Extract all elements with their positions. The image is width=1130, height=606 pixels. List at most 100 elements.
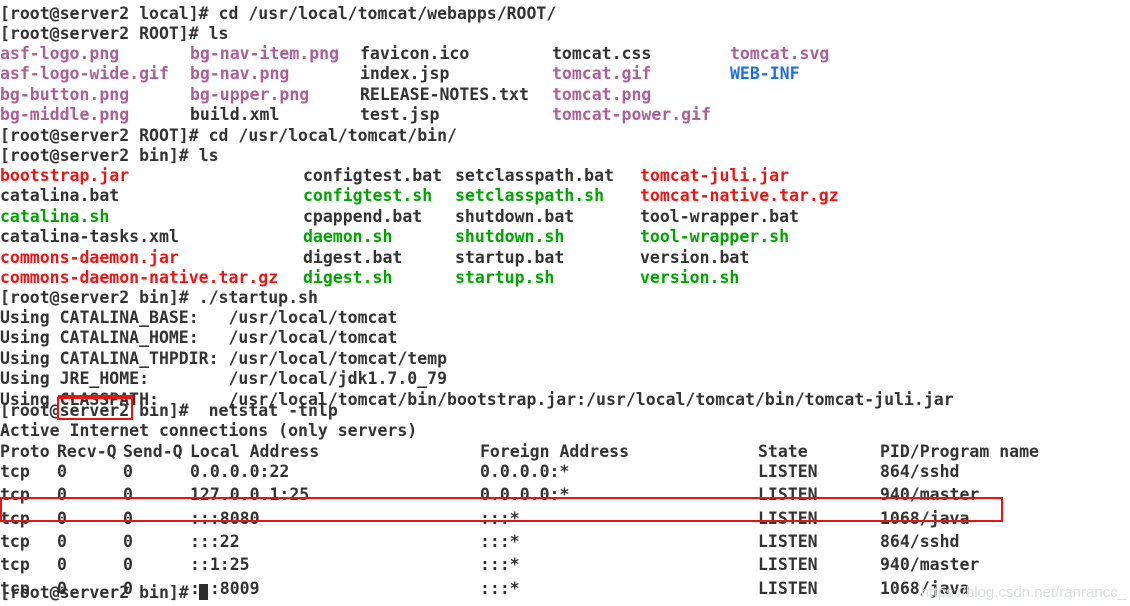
ls-entry: asf-logo.png <box>0 44 120 63</box>
ls-entry: tomcat.png <box>552 84 652 104</box>
startup-var-value: /usr/local/tomcat/temp <box>218 348 448 368</box>
terminal-line-final: [root@server2 bin]# <box>0 583 208 603</box>
netstat-cell-proto: tcp <box>0 485 30 505</box>
ls-entry: startup.sh <box>455 268 555 287</box>
ls-entry: bg-nav-item.png <box>190 44 340 63</box>
netstat-cell-state: LISTEN <box>758 462 818 481</box>
ls-entry: shutdown.sh <box>455 227 565 247</box>
netstat-cell-proto: tcp <box>0 508 30 528</box>
command-cd-bin: cd /usr/local/tomcat/bin/ <box>208 126 457 145</box>
shell-prompt: [root@server2 bin]# <box>0 146 199 165</box>
ls-entry: tomcat-juli.jar <box>640 166 790 185</box>
netstat-header-local: Local Address <box>190 442 320 461</box>
netstat-cell-recvq: 0 <box>57 555 67 575</box>
shell-prompt: [root@server2 bin]# <box>0 288 199 307</box>
netstat-cell-state: LISTEN <box>758 578 818 598</box>
ls-entry: favicon.ico <box>360 44 470 63</box>
ls-entry: bg-button.png <box>0 84 130 104</box>
netstat-cell-pid: 864/sshd <box>880 531 960 551</box>
netstat-cell-state: LISTEN <box>758 555 818 575</box>
ls-entry: tomcat.css <box>552 44 652 63</box>
startup-var-label: Using CATALINA_BASE: <box>0 308 219 327</box>
ls-entry: configtest.bat <box>303 166 443 185</box>
command-startup: ./startup.sh <box>198 288 318 307</box>
ls-entry: startup.bat <box>455 247 565 267</box>
netstat-header-sendq: Send-Q <box>123 442 183 461</box>
startup-var-label: Using JRE_HOME: <box>0 369 219 389</box>
netstat-cell-sendq: 0 <box>123 462 133 481</box>
watermark: https://blog.csdn.net/ranrancc_ <box>920 583 1126 601</box>
terminal-line: [root@server2 ROOT]# cd /usr/local/tomca… <box>0 126 457 146</box>
ls-entry: tomcat.svg <box>730 44 830 63</box>
netstat-cell-pid: 940/master <box>880 485 980 505</box>
netstat-banner: Active Internet connections (only server… <box>0 421 418 440</box>
shell-prompt: [root@server2 bin]# <box>0 401 199 420</box>
startup-output-line: Using CATALINA_BASE: /usr/local/tomcat <box>0 308 397 328</box>
ls-entry: bootstrap.jar <box>0 166 130 185</box>
netstat-header-pid: PID/Program name <box>880 442 1039 461</box>
netstat-cell-state: LISTEN <box>758 508 818 528</box>
netstat-cell-sendq: 0 <box>123 531 133 551</box>
terminal-line: [root@server2 ROOT]# ls <box>0 24 229 44</box>
netstat-cell-proto: tcp <box>0 462 30 481</box>
terminal-line: [root@server2 local]# cd /usr/local/tomc… <box>0 4 556 24</box>
shell-prompt: [root@server2 ROOT]# <box>0 24 209 43</box>
netstat-cell-sendq: 0 <box>123 485 133 505</box>
command-cd-webapps: cd /usr/local/tomcat/webapps/ROOT/ <box>218 4 557 23</box>
ls-entry: RELEASE-NOTES.txt <box>360 84 529 104</box>
terminal-line: [root@server2 bin]# netstat -tnlp <box>0 401 338 421</box>
terminal-window[interactable]: [root@server2 local]# cd /usr/local/tomc… <box>0 0 1130 606</box>
ls-entry: tomcat-native.tar.gz <box>640 186 839 206</box>
startup-output-line: Using JRE_HOME: /usr/local/jdk1.7.0_79 <box>0 369 447 389</box>
ls-entry: tomcat-power.gif <box>552 105 711 125</box>
startup-var-label: Using CATALINA_THPDIR: <box>0 348 219 368</box>
ls-entry: WEB-INF <box>730 64 800 84</box>
startup-output-line: Using CATALINA_THPDIR: /usr/local/tomcat… <box>0 349 447 369</box>
netstat-header-proto: Proto <box>0 442 50 461</box>
netstat-cell-state: LISTEN <box>758 485 818 505</box>
netstat-cell-local: 127.0.0.1:25 <box>190 485 310 505</box>
netstat-cell-local: :::22 <box>190 531 240 551</box>
ls-entry: digest.bat <box>303 247 403 267</box>
startup-var-value: /usr/local/tomcat <box>218 308 398 327</box>
startup-var-label: Using CATALINA_HOME: <box>0 328 219 348</box>
netstat-cell-recvq: 0 <box>57 485 67 505</box>
command-ls: ls <box>198 146 219 165</box>
ls-entry: commons-daemon-native.tar.gz <box>0 268 279 287</box>
ls-entry: index.jsp <box>360 64 450 84</box>
ls-entry: daemon.sh <box>303 227 393 247</box>
terminal-line: [root@server2 bin]# ./startup.sh <box>0 288 318 308</box>
ls-entry: bg-nav.png <box>190 64 290 84</box>
netstat-header-foreign: Foreign Address <box>480 442 630 461</box>
netstat-header-state: State <box>758 442 808 461</box>
ls-entry: tool-wrapper.sh <box>640 227 790 247</box>
ls-entry: digest.sh <box>303 268 393 287</box>
ls-entry: bg-upper.png <box>190 84 310 104</box>
netstat-cell-local: 0.0.0.0:22 <box>190 462 290 481</box>
ls-entry: tool-wrapper.bat <box>640 206 799 226</box>
shell-prompt: [root@server2 ROOT]# <box>0 126 209 145</box>
netstat-cell-pid: 940/master <box>880 555 980 575</box>
annotation-underline-classpath <box>58 395 133 398</box>
netstat-cell-state: LISTEN <box>758 531 818 551</box>
netstat-cell-foreign: 0.0.0.0:* <box>480 462 570 481</box>
netstat-cell-pid: 1068/java <box>880 508 970 528</box>
ls-entry: build.xml <box>190 105 280 125</box>
netstat-header-recvq: Recv-Q <box>57 442 117 461</box>
netstat-cell-local: ::1:25 <box>190 555 250 575</box>
shell-prompt: [root@server2 bin]# <box>0 583 199 602</box>
shell-prompt: [root@server2 local]# <box>0 4 219 23</box>
netstat-cell-sendq: 0 <box>123 555 133 575</box>
netstat-cell-proto: tcp <box>0 555 30 575</box>
ls-entry: catalina.sh <box>0 206 110 226</box>
ls-entry: version.sh <box>640 268 740 287</box>
startup-var-value: /usr/local/jdk1.7.0_79 <box>218 369 448 389</box>
ls-entry: version.bat <box>640 247 750 267</box>
netstat-cell-foreign: :::* <box>480 508 520 528</box>
ls-entry: configtest.sh <box>303 186 433 206</box>
startup-var-value: /usr/local/tomcat <box>218 328 398 348</box>
netstat-cell-recvq: 0 <box>57 531 67 551</box>
terminal-line: [root@server2 bin]# ls <box>0 146 219 166</box>
netstat-cell-pid: 864/sshd <box>880 462 960 481</box>
netstat-cell-recvq: 0 <box>57 508 67 528</box>
